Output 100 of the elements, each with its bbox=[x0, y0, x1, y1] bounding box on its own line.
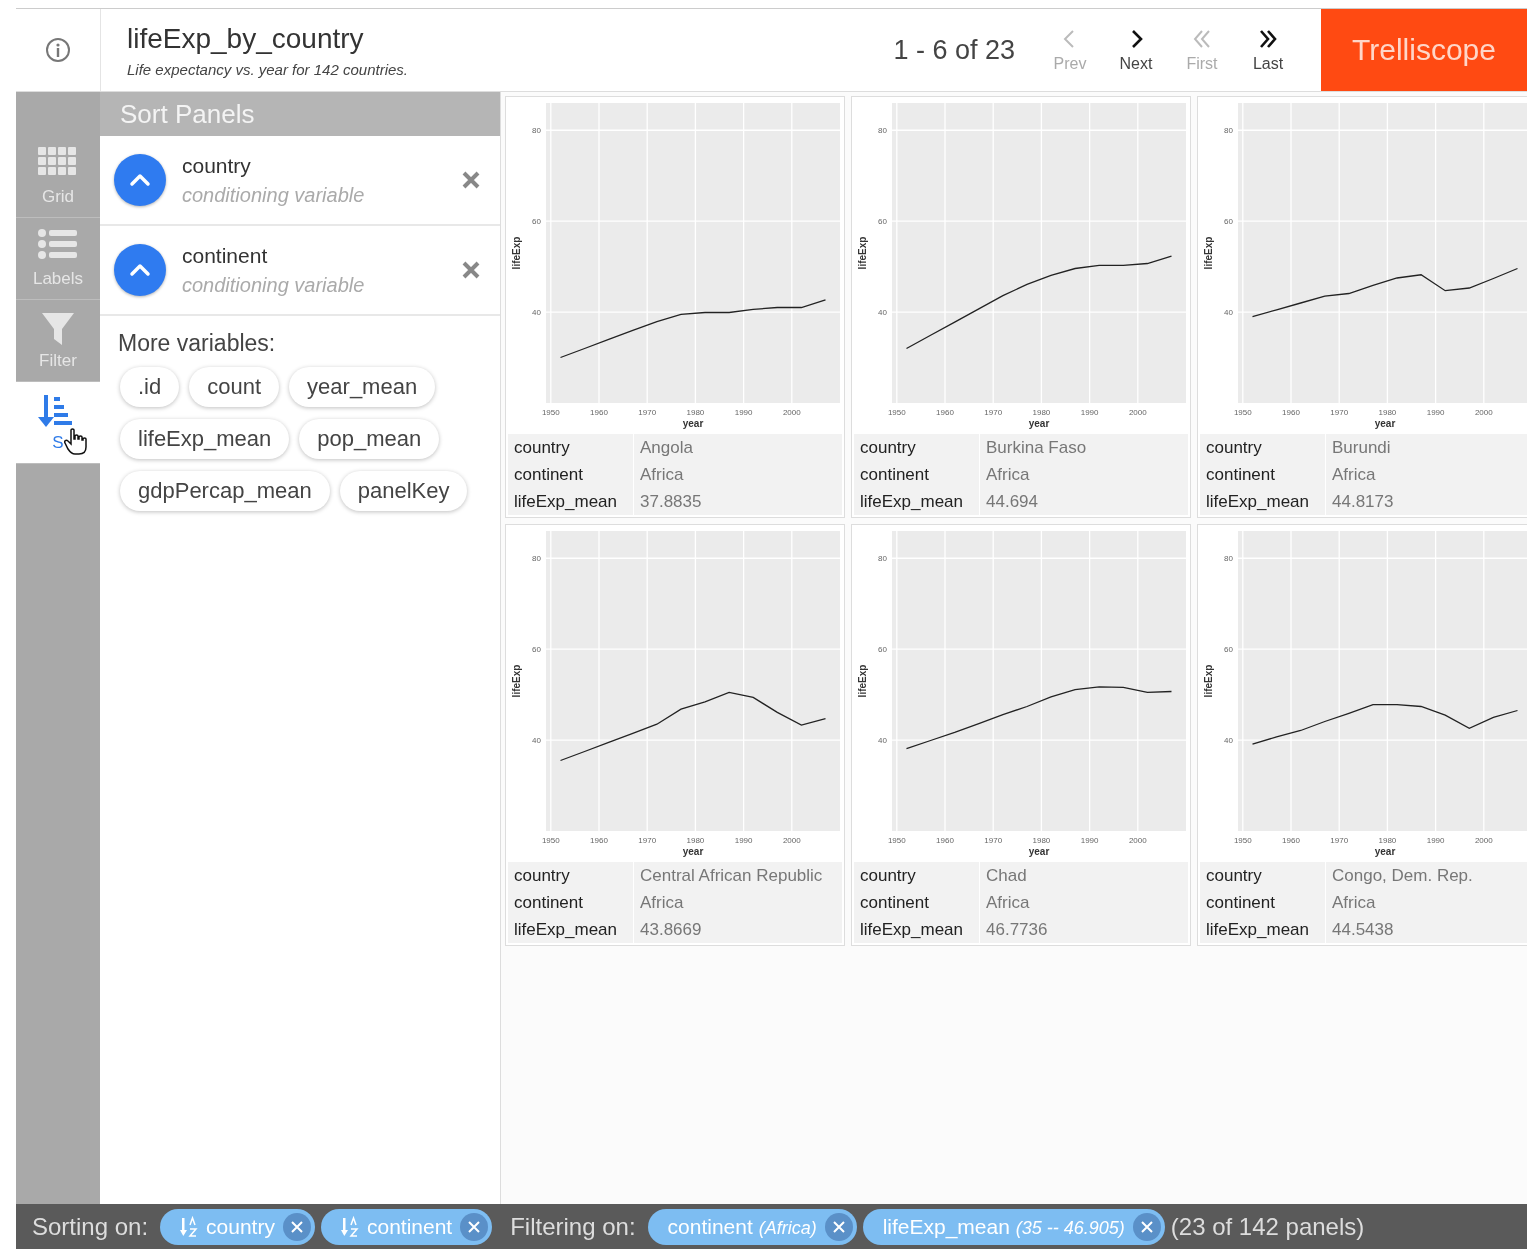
x-axis-title: year bbox=[682, 846, 704, 857]
display-description: Life expectancy vs. year for 142 countries. bbox=[127, 61, 409, 78]
label-value: Congo, Dem. Rep. bbox=[1331, 865, 1474, 887]
label-name: country bbox=[1200, 434, 1326, 461]
x-tick-label: 2000 bbox=[782, 836, 801, 845]
variable-chip[interactable]: count bbox=[189, 367, 280, 407]
y-tick-label: 60 bbox=[1224, 217, 1233, 227]
status-label: Sorting on: bbox=[32, 1213, 149, 1241]
y-tick-label: 80 bbox=[878, 554, 887, 564]
label-value: Africa bbox=[639, 892, 685, 914]
y-axis-title: lifeExp bbox=[511, 664, 522, 698]
y-tick-label: 60 bbox=[532, 217, 541, 227]
label-value: 44.8173 bbox=[1331, 491, 1395, 513]
y-tick-label: 40 bbox=[1224, 308, 1233, 318]
x-tick-label: 1980 bbox=[1032, 836, 1051, 845]
label-value: Africa bbox=[985, 464, 1031, 486]
x-tick-label: 1960 bbox=[1282, 836, 1300, 845]
y-tick-label: 80 bbox=[1224, 126, 1233, 136]
x-tick-label: 1990 bbox=[1080, 408, 1099, 417]
x-tick-label: 1990 bbox=[1426, 836, 1445, 845]
label-value: 44.5438 bbox=[1331, 919, 1395, 941]
y-tick-label: 80 bbox=[1224, 554, 1233, 564]
sort-variable-name: country bbox=[182, 153, 252, 178]
x-tick-label: 1980 bbox=[686, 408, 705, 417]
x-tick-label: 1950 bbox=[1233, 408, 1252, 417]
x-tick-label: 1970 bbox=[984, 408, 1003, 417]
label-name: continent bbox=[854, 461, 980, 488]
label-value: Burundi bbox=[1331, 437, 1392, 459]
panel-count: (23 of 142 panels) bbox=[1170, 1213, 1365, 1241]
label-name: country bbox=[508, 862, 634, 889]
panel-heading: Sort Panels bbox=[100, 92, 500, 136]
y-tick-label: 60 bbox=[878, 217, 887, 227]
variable-chip[interactable]: year_mean bbox=[289, 367, 436, 407]
y-tick-label: 80 bbox=[532, 554, 541, 564]
x-tick-label: 1990 bbox=[1426, 408, 1445, 417]
x-tick-label: 1950 bbox=[887, 836, 906, 845]
pager-button[interactable]: Last bbox=[1235, 9, 1301, 91]
sidebar-tab[interactable]: S bbox=[16, 382, 100, 464]
x-tick-label: 1980 bbox=[1378, 408, 1397, 417]
sort-chip-label: continent bbox=[366, 1215, 453, 1239]
x-tick-label: 1950 bbox=[887, 408, 906, 417]
label-value: 44.694 bbox=[985, 491, 1039, 513]
x-tick-label: 1970 bbox=[1330, 836, 1349, 845]
y-axis-title: lifeExp bbox=[1203, 236, 1214, 270]
label-value: Africa bbox=[1331, 464, 1377, 486]
label-name: lifeExp_mean bbox=[508, 916, 634, 943]
label-name: continent bbox=[508, 461, 634, 488]
display-title: lifeExp_by_country bbox=[127, 23, 365, 55]
x-tick-label: 1960 bbox=[936, 836, 954, 845]
x-tick-label: 1990 bbox=[734, 836, 753, 845]
y-tick-label: 60 bbox=[532, 645, 541, 655]
label-name: lifeExp_mean bbox=[508, 488, 634, 515]
label-name: country bbox=[1200, 862, 1326, 889]
x-tick-label: 2000 bbox=[1474, 408, 1493, 417]
label-name: lifeExp_mean bbox=[1200, 488, 1326, 515]
variable-chip[interactable]: panelKey bbox=[339, 471, 468, 511]
x-tick-label: 1970 bbox=[1330, 408, 1349, 417]
brand-banner: Trelliscope bbox=[1321, 9, 1527, 91]
label-value: 37.8835 bbox=[639, 491, 703, 513]
label-value: Central African Republic bbox=[639, 865, 824, 887]
variable-chip[interactable]: pop_mean bbox=[299, 419, 440, 459]
y-tick-label: 80 bbox=[878, 126, 887, 136]
status-label: Filtering on: bbox=[510, 1213, 636, 1241]
x-tick-label: 1980 bbox=[1378, 836, 1397, 845]
label-name: lifeExp_mean bbox=[1200, 916, 1326, 943]
label-name: continent bbox=[854, 889, 980, 916]
x-axis-title: year bbox=[1374, 418, 1396, 429]
label-name: continent bbox=[1200, 889, 1326, 916]
sort-chip-label: country bbox=[206, 1215, 275, 1239]
x-axis-title: year bbox=[1028, 846, 1050, 857]
y-tick-label: 40 bbox=[878, 308, 887, 318]
label-value: Africa bbox=[985, 892, 1031, 914]
x-tick-label: 1950 bbox=[1233, 836, 1252, 845]
label-name: continent bbox=[1200, 461, 1326, 488]
y-tick-label: 60 bbox=[878, 645, 887, 655]
x-tick-label: 1960 bbox=[590, 836, 608, 845]
y-axis-title: lifeExp bbox=[857, 664, 868, 698]
x-tick-label: 2000 bbox=[782, 408, 801, 417]
variable-chip[interactable]: .id bbox=[120, 367, 180, 407]
y-axis-title: lifeExp bbox=[857, 236, 868, 270]
page-range: 1 - 6 of 23 bbox=[893, 34, 1015, 66]
variable-chip[interactable]: lifeExp_mean bbox=[120, 419, 290, 459]
x-tick-label: 1990 bbox=[734, 408, 753, 417]
x-tick-label: 1990 bbox=[1080, 836, 1099, 845]
x-tick-label: 1970 bbox=[638, 408, 657, 417]
label-name: continent bbox=[508, 889, 634, 916]
section-label: More variables: bbox=[117, 329, 277, 358]
y-tick-label: 60 bbox=[1224, 645, 1233, 655]
x-tick-label: 2000 bbox=[1128, 836, 1147, 845]
label-name: lifeExp_mean bbox=[854, 916, 980, 943]
y-axis-title: lifeExp bbox=[511, 236, 522, 270]
x-tick-label: 1980 bbox=[686, 836, 705, 845]
x-axis-title: year bbox=[682, 418, 704, 429]
label-value: 46.7736 bbox=[985, 919, 1049, 941]
variable-chip[interactable]: gdpPercap_mean bbox=[120, 471, 330, 511]
pager-button[interactable]: Next bbox=[1103, 9, 1169, 91]
x-tick-label: 1980 bbox=[1032, 408, 1051, 417]
x-axis-title: year bbox=[1028, 418, 1050, 429]
filter-chip-label: lifeExp_mean (35 -- 46.905) bbox=[882, 1215, 1125, 1239]
y-tick-label: 40 bbox=[532, 736, 541, 746]
